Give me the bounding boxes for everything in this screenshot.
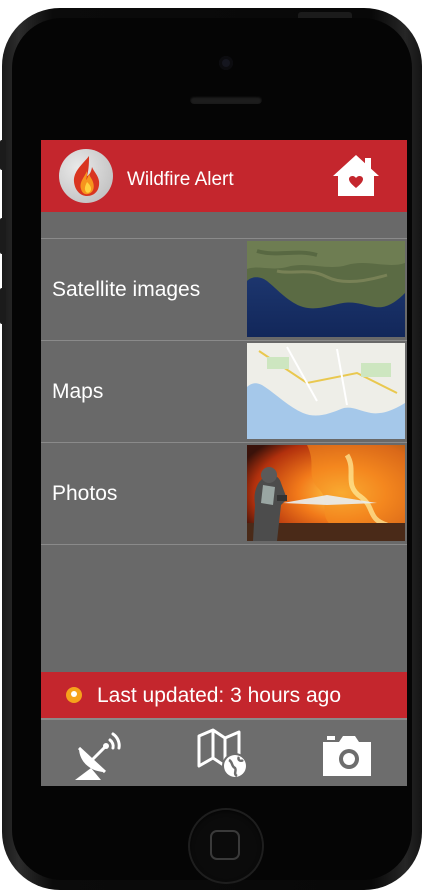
satellite-thumbnail [247, 241, 405, 337]
volume-up-button [0, 218, 6, 254]
bottom-tab-bar [41, 718, 407, 786]
home-icon[interactable] [331, 152, 381, 200]
menu-item-label: Maps [52, 379, 104, 403]
mute-switch [0, 140, 6, 170]
satellite-dish-icon[interactable] [69, 726, 129, 782]
earpiece-speaker [190, 96, 262, 104]
menu-list: Satellite images Maps Photos [41, 212, 407, 545]
map-thumbnail [247, 343, 405, 439]
app-header: Wildfire Alert [41, 140, 407, 212]
last-updated-text: Last updated: 3 hours ago [97, 684, 342, 707]
world-map-icon[interactable] [193, 726, 253, 782]
flame-logo-icon [59, 149, 113, 203]
menu-top-spacer [41, 212, 407, 238]
camera-icon[interactable] [317, 726, 377, 782]
menu-item-maps[interactable]: Maps [41, 340, 407, 442]
app-title: Wildfire Alert [127, 169, 234, 190]
front-camera [219, 56, 233, 70]
status-bar: Last updated: 3 hours ago [41, 672, 407, 718]
clock-icon [66, 687, 82, 703]
menu-item-photos[interactable]: Photos [41, 442, 407, 545]
menu-item-satellite-images[interactable]: Satellite images [41, 238, 407, 340]
menu-item-label: Satellite images [52, 277, 201, 301]
menu-item-label: Photos [52, 481, 118, 505]
volume-down-button [0, 288, 6, 324]
app-screen: Wildfire Alert Satellite images Maps Pho… [41, 140, 407, 786]
home-button[interactable] [188, 808, 264, 884]
home-button-square-icon [210, 830, 240, 860]
firefighter-photo-thumbnail [247, 445, 405, 541]
